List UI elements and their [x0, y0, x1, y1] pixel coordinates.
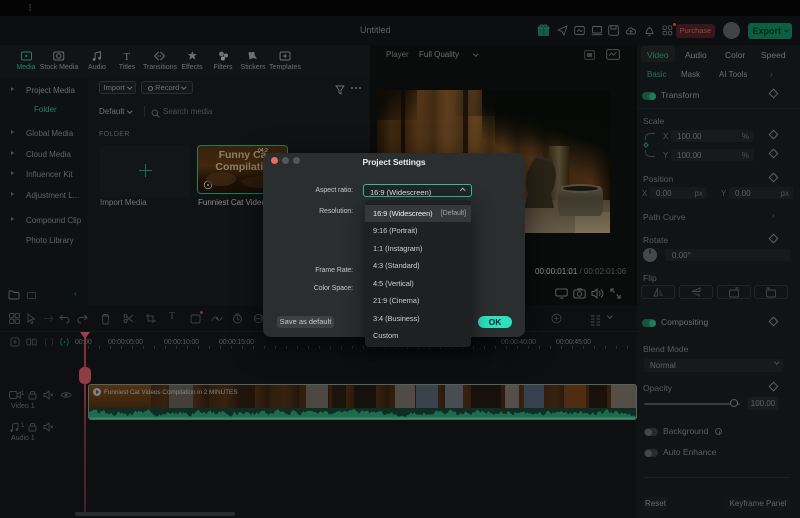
svg-text:T: T [124, 51, 131, 62]
